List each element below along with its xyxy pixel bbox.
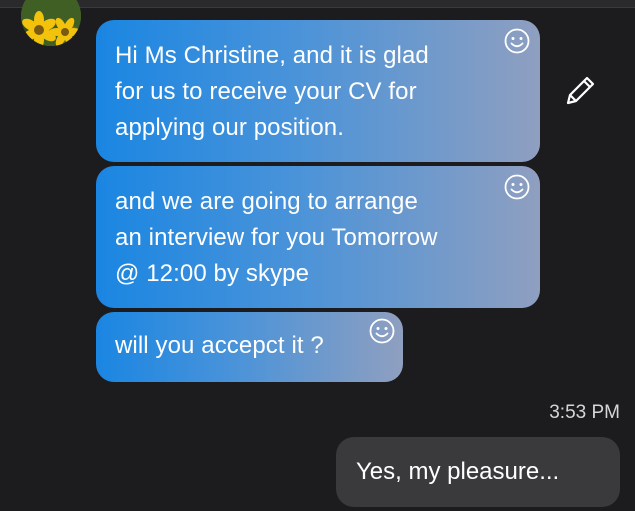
contact-avatar[interactable] xyxy=(21,0,81,46)
smiley-face-icon[interactable] xyxy=(367,316,397,346)
message-text: Yes, my pleasure... xyxy=(356,458,560,485)
message-timestamp: 3:53 PM xyxy=(549,402,620,423)
message-text: and we are going to arrange an interview… xyxy=(115,188,438,287)
smiley-face-icon[interactable] xyxy=(502,26,532,56)
pencil-icon[interactable] xyxy=(561,72,599,110)
sunflower-avatar-icon xyxy=(21,0,81,46)
smiley-face-icon[interactable] xyxy=(502,172,532,202)
incoming-message-bubble[interactable]: Hi Ms Christine, and it is glad for us t… xyxy=(96,20,540,162)
top-divider xyxy=(0,0,635,8)
outgoing-message-bubble[interactable]: Yes, my pleasure... xyxy=(336,437,620,507)
message-text: will you accepct it ? xyxy=(115,332,324,359)
incoming-message-bubble[interactable]: will you accepct it ? xyxy=(96,312,403,382)
message-text: Hi Ms Christine, and it is glad for us t… xyxy=(115,42,429,141)
chat-screen: Hi Ms Christine, and it is glad for us t… xyxy=(0,0,635,511)
incoming-message-bubble[interactable]: and we are going to arrange an interview… xyxy=(96,166,540,308)
